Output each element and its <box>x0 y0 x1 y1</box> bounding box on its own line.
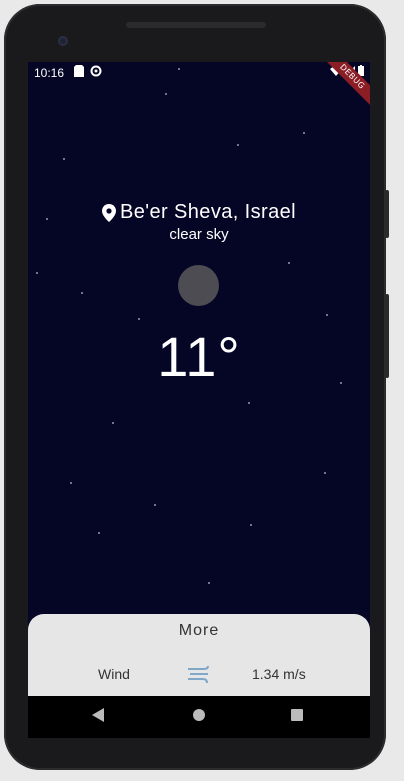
status-time: 10:16 <box>34 66 65 80</box>
wind-icon <box>188 665 209 684</box>
location-pin-icon <box>102 203 117 222</box>
star <box>36 272 38 274</box>
status-bar: 10:16 DEBUG <box>28 62 370 109</box>
earpiece-speaker <box>126 22 266 28</box>
star <box>237 144 239 146</box>
star <box>326 314 328 316</box>
location-name: Be'er Sheva, Israel <box>120 201 296 223</box>
star <box>165 93 167 95</box>
more-panel[interactable]: More Wind 1.34 m/s <box>28 614 370 696</box>
star <box>63 158 65 160</box>
star <box>70 482 72 484</box>
star <box>154 504 156 506</box>
front-camera <box>58 36 68 46</box>
sd-card-icon <box>74 65 84 77</box>
back-icon[interactable] <box>92 708 106 722</box>
star <box>208 582 210 584</box>
wind-value: 1.34 m/s <box>252 666 306 682</box>
home-icon[interactable] <box>192 708 206 722</box>
star <box>324 472 326 474</box>
location-header: Be'er Sheva, Israel <box>28 201 370 224</box>
star <box>98 532 100 534</box>
star <box>288 262 290 264</box>
wind-label: Wind <box>98 666 130 682</box>
star <box>81 292 83 294</box>
weather-condition: clear sky <box>169 226 229 243</box>
status-notification-icons <box>74 65 102 77</box>
recents-icon[interactable] <box>290 708 304 722</box>
more-panel-title[interactable]: More <box>28 622 370 640</box>
star <box>250 524 252 526</box>
phone-frame: 10:16 DEBUG Be'er Sheva, Israel clear sk… <box>4 4 389 770</box>
moon-icon <box>178 265 219 306</box>
power-button <box>385 294 389 378</box>
star <box>138 318 140 320</box>
navigation-bar <box>28 696 370 738</box>
star <box>248 402 250 404</box>
volume-button <box>385 190 389 238</box>
star <box>112 422 114 424</box>
sync-icon <box>90 65 102 77</box>
temperature: 11° <box>157 325 241 388</box>
app-screen: 10:16 DEBUG Be'er Sheva, Israel clear sk… <box>28 62 370 696</box>
star <box>303 132 305 134</box>
